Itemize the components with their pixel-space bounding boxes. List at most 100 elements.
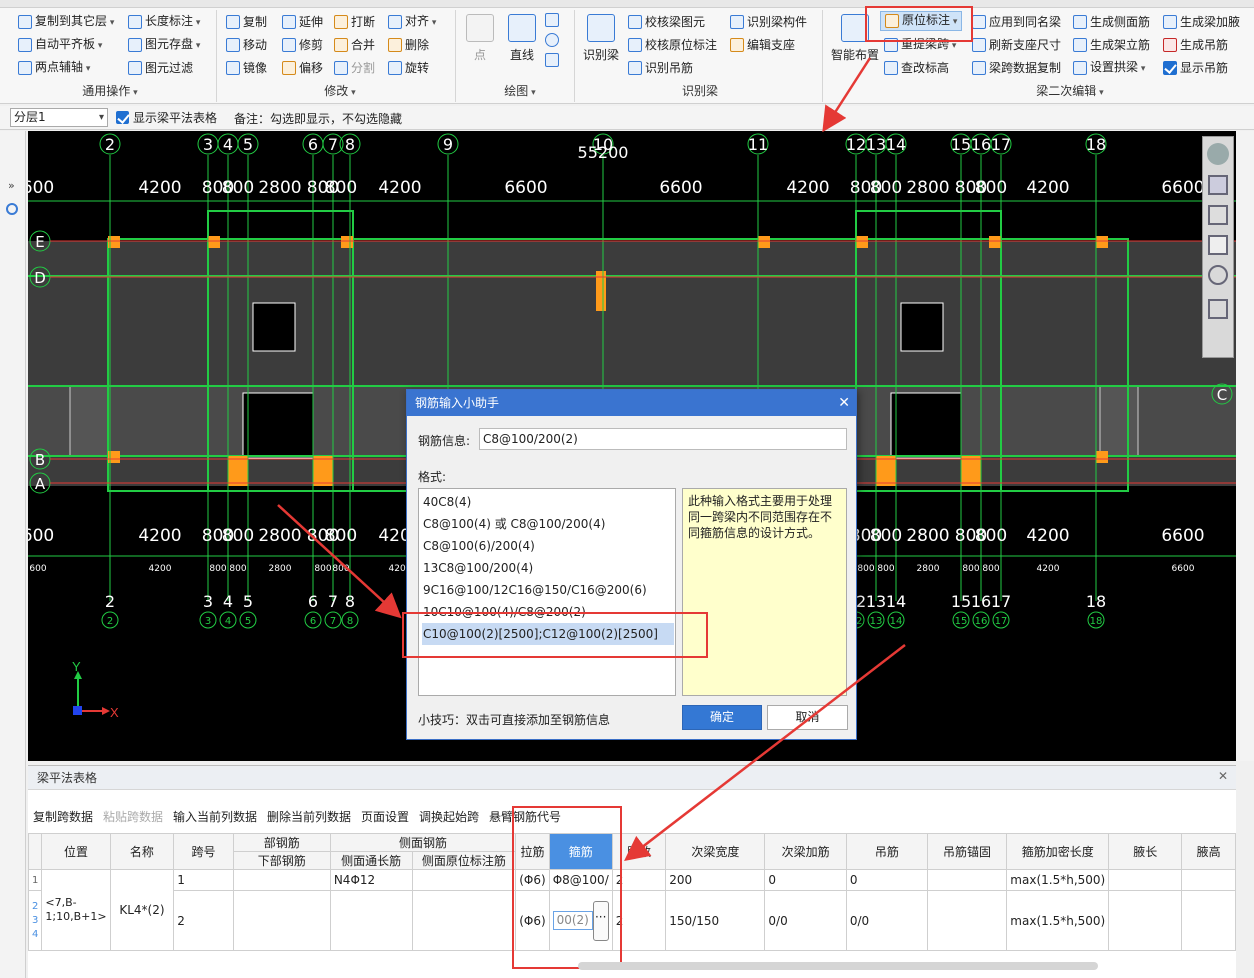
- element-filter-button[interactable]: 图元过滤: [128, 58, 193, 78]
- dimension-top: 600: [28, 178, 54, 198]
- gen-side-rebar-button[interactable]: 生成侧面筋: [1073, 12, 1150, 32]
- check-origin-label-button[interactable]: 校核原位标注: [628, 35, 717, 55]
- rebar-info-input[interactable]: C8@100/200(2): [479, 428, 847, 450]
- copy-span-data-button[interactable]: 复制跨数据: [33, 806, 93, 828]
- identify-beam-button[interactable]: 识别梁: [580, 14, 622, 63]
- span-data-copy-button[interactable]: 梁跨数据复制: [972, 58, 1061, 78]
- identify-hanger-button[interactable]: 识别吊筋: [628, 58, 693, 78]
- copy-button[interactable]: 复制: [226, 12, 267, 32]
- show-beam-table-checkbox[interactable]: 显示梁平法表格: [116, 109, 217, 126]
- copy-to-floor-button[interactable]: 复制到其它层: [18, 12, 114, 32]
- top-view-icon[interactable]: [1208, 205, 1228, 225]
- cell-side-origin[interactable]: [411, 890, 517, 951]
- floor-select[interactable]: 分层1: [10, 108, 108, 127]
- cell-sec-add[interactable]: 0: [764, 869, 847, 891]
- check-beam-element-button[interactable]: 校核梁图元: [628, 12, 705, 32]
- break-button[interactable]: 打断: [334, 12, 375, 32]
- cell-haunch-h[interactable]: [1181, 890, 1236, 951]
- axis-row-label: A: [35, 475, 46, 493]
- rotate-button[interactable]: 旋转: [388, 58, 429, 78]
- orbit-icon[interactable]: [1208, 265, 1228, 285]
- merge-button[interactable]: 合并: [334, 35, 375, 55]
- apply-icon: [972, 15, 986, 29]
- dimension-top: 800: [870, 178, 902, 198]
- cell-side-through[interactable]: N4Φ12: [329, 869, 413, 891]
- paste-span-data-button[interactable]: 粘贴跨数据: [103, 806, 163, 828]
- ok-button[interactable]: 确定: [682, 705, 762, 730]
- swap-start-span-button[interactable]: 调换起始跨: [419, 806, 479, 828]
- delete-column-button[interactable]: 删除当前列数据: [267, 806, 351, 828]
- cell-name[interactable]: KL4*(2): [109, 869, 175, 951]
- cell-position[interactable]: <7,B-1;10,B+1>: [41, 869, 111, 951]
- auto-align-slab-button[interactable]: 自动平齐板: [18, 35, 102, 55]
- refresh-support-button[interactable]: 刷新支座尺寸: [972, 35, 1061, 55]
- cell-sec-width[interactable]: 150/150: [665, 890, 766, 951]
- format-item[interactable]: 9C16@100/12C16@150/C16@200(6): [422, 579, 647, 601]
- cancel-button[interactable]: 取消: [767, 705, 848, 730]
- show-hanger-checkbox[interactable]: 显示吊筋: [1163, 58, 1228, 78]
- identify-beam-member-button[interactable]: 识别梁构件: [730, 12, 807, 32]
- two-point-axis-button[interactable]: 两点辅轴: [18, 58, 90, 78]
- format-item[interactable]: C8@100(4) 或 C8@100/200(4): [422, 513, 605, 535]
- expand-icon[interactable]: »: [8, 179, 15, 192]
- extend-button[interactable]: 延伸: [282, 12, 323, 32]
- cell-hanger[interactable]: 0/0: [845, 890, 928, 951]
- move-button[interactable]: 移动: [226, 35, 267, 55]
- cell-hanger-anchor[interactable]: [926, 890, 1008, 951]
- refresh-icon: [972, 38, 986, 52]
- group-divider: [455, 10, 456, 102]
- cell-haunch-len[interactable]: [1108, 869, 1183, 891]
- gen-haunch-button[interactable]: 生成梁加腋: [1163, 12, 1240, 32]
- set-arch-beam-button[interactable]: 设置拱梁: [1073, 58, 1145, 78]
- cell-dense-len[interactable]: max(1.5*h,500): [1006, 890, 1110, 951]
- edit-support-button[interactable]: 编辑支座: [730, 35, 795, 55]
- front-view-icon[interactable]: [1208, 235, 1228, 255]
- cell-bottom[interactable]: [232, 869, 331, 891]
- horizontal-scrollbar[interactable]: [578, 962, 1098, 970]
- 3d-view-icon[interactable]: [1208, 175, 1228, 195]
- cell-haunch-h[interactable]: [1181, 869, 1236, 891]
- beam-table: 位置 名称 跨号 部钢筋 侧面钢筋 拉筋 箍筋 肢数 次梁宽度 次梁加筋 吊筋 …: [27, 833, 1236, 951]
- globe-icon[interactable]: [1207, 143, 1229, 165]
- col-haunch-h: 腋高: [1181, 833, 1236, 870]
- line-button[interactable]: 直线: [505, 14, 539, 63]
- point-button[interactable]: 点: [463, 14, 497, 63]
- page-setup-button[interactable]: 页面设置: [361, 806, 409, 828]
- cell-hanger-anchor[interactable]: [926, 869, 1008, 891]
- arc-icon[interactable]: [545, 13, 559, 27]
- axis-row-label: B: [35, 451, 45, 469]
- section-icon[interactable]: [1208, 299, 1228, 319]
- gen-stand-rebar-button[interactable]: 生成架立筋: [1073, 35, 1150, 55]
- cell-span[interactable]: 1: [173, 869, 234, 891]
- search-icon[interactable]: [6, 203, 18, 215]
- split-button[interactable]: 分割: [334, 58, 375, 78]
- cell-side-through[interactable]: [329, 890, 413, 951]
- cell-bottom[interactable]: [232, 890, 331, 951]
- close-icon[interactable]: ✕: [1218, 769, 1228, 783]
- format-item[interactable]: 13C8@100/200(4): [422, 557, 533, 579]
- apply-same-beam-button[interactable]: 应用到同名梁: [972, 12, 1061, 32]
- gen-hanger-button[interactable]: 生成吊筋: [1163, 35, 1228, 55]
- align-button[interactable]: 对齐: [388, 12, 436, 32]
- format-list[interactable]: 40C8(4) C8@100(4) 或 C8@100/200(4) C8@100…: [418, 488, 676, 696]
- save-element-button[interactable]: 图元存盘: [128, 35, 200, 55]
- mirror-button[interactable]: 镜像: [226, 58, 267, 78]
- format-item[interactable]: C8@100(6)/200(4): [422, 535, 535, 557]
- cell-side-origin[interactable]: [411, 869, 517, 891]
- delete-button[interactable]: 删除: [388, 35, 429, 55]
- cell-hanger[interactable]: 0: [845, 869, 928, 891]
- offset-button[interactable]: 偏移: [282, 58, 323, 78]
- cell-span[interactable]: 2: [173, 890, 234, 951]
- input-column-button[interactable]: 输入当前列数据: [173, 806, 257, 828]
- rectangle-icon[interactable]: [545, 53, 559, 67]
- circle-icon[interactable]: [545, 33, 559, 47]
- close-icon[interactable]: ✕: [838, 390, 850, 416]
- cell-dense-len[interactable]: max(1.5*h,500): [1006, 869, 1110, 891]
- format-item[interactable]: 40C8(4): [422, 491, 471, 513]
- cell-sec-add[interactable]: 0/0: [764, 890, 847, 951]
- trim-button[interactable]: 修剪: [282, 35, 323, 55]
- cell-sec-width[interactable]: 200: [665, 869, 766, 891]
- check-elevation-button[interactable]: 查改标高: [884, 58, 949, 78]
- cell-haunch-len[interactable]: [1108, 890, 1183, 951]
- length-label-button[interactable]: 长度标注: [128, 12, 200, 32]
